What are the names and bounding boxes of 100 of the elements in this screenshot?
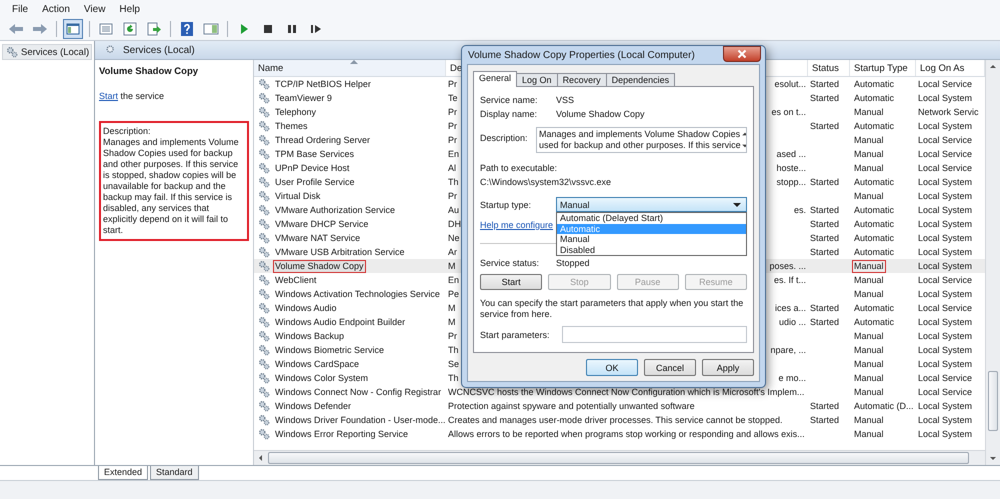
service-name[interactable]: Windows Audio Endpoint Builder [273,316,408,328]
dialog-button[interactable]: Apply [702,359,754,376]
service-name[interactable]: WebClient [273,274,318,286]
startup-type: Manual [853,148,885,160]
field-value: VSS [556,95,574,105]
column-header[interactable]: Status [808,60,850,76]
gears-icon [258,204,270,216]
service-name[interactable]: Windows Audio [273,302,339,314]
startup-type: Manual [853,134,885,146]
dialog-button[interactable]: Cancel [644,359,696,376]
startup-type-dropdown[interactable]: Manual [556,197,747,212]
gears-icon [258,106,270,118]
service-name[interactable]: TCP/IP NetBIOS Helper [273,78,373,90]
view-tab[interactable]: Standard [150,466,199,480]
service-title: Volume Shadow Copy [99,66,200,77]
column-header[interactable]: Name [254,60,446,76]
service-name[interactable]: Windows Connect Now - Config Registrar [273,386,444,398]
tree-item[interactable]: Services (Local) [2,44,92,60]
status-text: Started [810,303,840,313]
service-name[interactable]: TPM Base Services [273,148,356,160]
log-on-as: Local System [918,317,972,327]
close-button[interactable] [723,46,761,62]
dropdown-option[interactable]: Manual [557,234,746,244]
note-text: You can specify the start parameters that apply when you start the service from here. [480,298,744,320]
description-fragment: Pr [448,107,457,117]
status-text: Started [810,247,840,257]
service-name[interactable]: Windows Color System [273,372,370,384]
service-name[interactable]: Windows Defender [273,400,354,412]
scroll-thumb[interactable] [988,371,998,431]
gears-icon [258,358,270,370]
description-fragment: esolut... [774,79,806,89]
service-name[interactable]: VMware USB Arbitration Service [273,246,407,258]
start-link[interactable]: Start [99,91,118,101]
log-on-as: Network Servic [918,107,979,117]
column-header[interactable]: Startup Type [850,60,916,76]
pane-title: Services (Local) [123,44,195,56]
log-on-as: Local System [918,331,972,341]
service-name[interactable]: User Profile Service [273,176,357,188]
gears-icon [258,330,270,342]
startup-type: Automatic [853,246,896,258]
description-fragment: En [448,149,460,159]
startup-type: Automatic [853,120,896,132]
service-name[interactable]: Thread Ordering Server [273,134,372,146]
dialog-tab[interactable]: Recovery [556,73,607,86]
description-fragment: Au [448,205,460,215]
description-text: Creates and manages user-mode driver processes. This service cannot be stopped. [448,415,783,425]
description-fragment: Pr [448,331,457,341]
service-control-button[interactable]: Start [480,274,542,290]
menu-item[interactable]: File [12,4,28,14]
console-tree-icon[interactable] [63,19,83,39]
service-name[interactable]: Windows CardSpace [273,358,362,370]
view-tab[interactable]: Extended [98,466,148,480]
description-fragment: Ne [448,233,460,243]
log-on-as: Local System [918,191,972,201]
service-name[interactable]: VMware Authorization Service [273,204,398,216]
service-name[interactable]: Themes [273,120,310,132]
field-label: Display name: [480,109,538,119]
service-name[interactable]: Windows Biometric Service [273,344,386,356]
menu-item[interactable]: View [84,4,106,14]
log-on-as: Local System [918,401,972,411]
service-name[interactable]: Windows Activation Technologies Service [273,288,442,300]
dialog-button[interactable]: OK [586,359,638,376]
gears-icon [258,148,270,160]
service-name[interactable]: Telephony [273,106,318,118]
menu-item[interactable]: Action [42,4,70,14]
gears-icon [258,414,270,426]
gears-icon [258,428,270,440]
service-name[interactable]: Virtual Disk [273,190,322,202]
service-name[interactable]: Volume Shadow Copy [273,260,366,272]
menu-item[interactable]: Help [119,4,140,14]
service-name[interactable]: TeamViewer 9 [273,92,334,104]
vertical-scrollbar[interactable] [985,60,1000,465]
description-fragment: hoste... [776,163,806,173]
service-name[interactable]: Windows Error Reporting Service [273,428,410,440]
startup-type: Manual [853,414,885,426]
gears-icon [6,46,18,58]
start-parameters-field[interactable] [562,326,747,343]
service-name[interactable]: VMware DHCP Service [273,218,370,230]
sort-arrow-icon [350,60,358,64]
horizontal-scrollbar[interactable] [254,450,985,465]
field-label: Service name: [480,95,539,105]
dialog-tab[interactable]: Log On [516,73,558,86]
help-link[interactable]: Help me configure [480,220,554,230]
service-name[interactable]: UPnP Device Host [273,162,352,174]
dialog-tab[interactable]: General [473,71,518,87]
startup-type: Manual [853,162,885,174]
dialog-tab[interactable]: Dependencies [606,73,676,86]
dropdown-option[interactable]: Disabled [557,244,746,255]
gears-icon [258,260,270,272]
log-on-as: Local Service [918,163,972,173]
dropdown-option[interactable]: Automatic (Delayed Start) [557,213,746,224]
description-fragment: DH [448,219,461,229]
gears-icon [258,386,270,398]
field-value: Volume Shadow Copy [556,109,645,119]
field-label: Startup type: [480,200,532,210]
description-field[interactable]: Manages and implements Volume Shadow Copies used for backup and other purposes. If this service [536,127,747,153]
service-name[interactable]: Windows Driver Foundation - User-mode... [273,414,448,426]
scroll-thumb[interactable] [268,452,969,464]
service-name[interactable]: VMware NAT Service [273,232,362,244]
service-name[interactable]: Windows Backup [273,330,346,342]
